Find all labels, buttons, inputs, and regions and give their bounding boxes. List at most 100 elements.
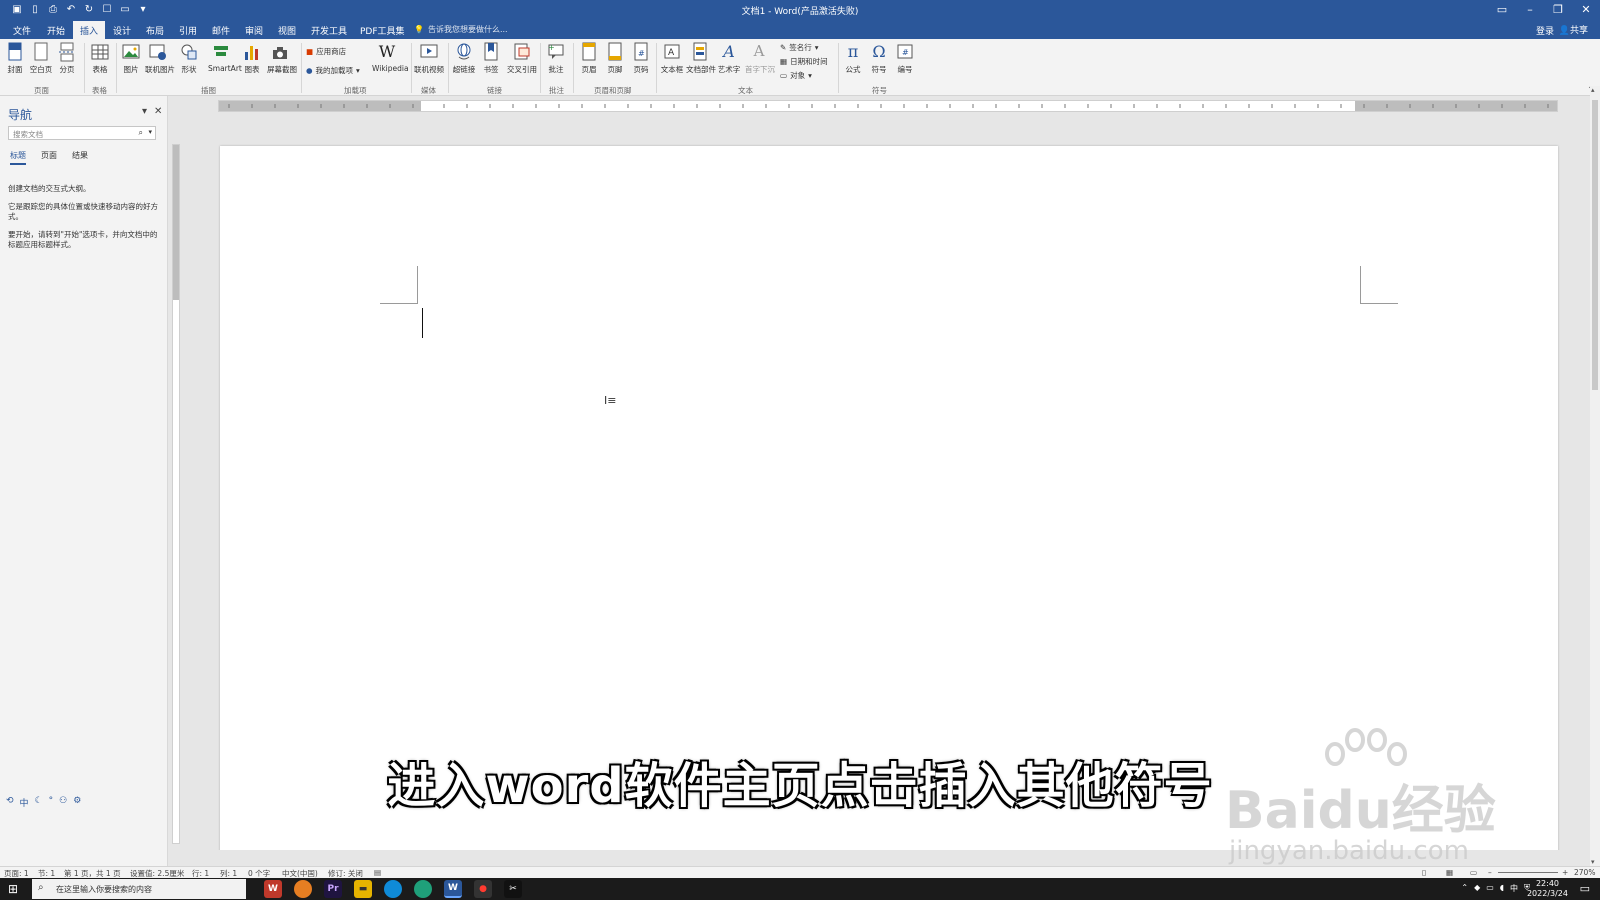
tab-view[interactable]: 视图: [271, 21, 303, 39]
cover-button[interactable]: 封面: [2, 42, 28, 75]
ime-indicator[interactable]: 中: [1510, 883, 1518, 894]
textbox-button[interactable]: A 文本框: [659, 42, 685, 75]
signature-line-button[interactable]: ✎ 签名行 ▾: [780, 42, 819, 53]
title-bar: ▣ ▯ ⎙ ↶ ↻ ☐ ▭ ▾ 文档1 - Word(产品激活失败) ▭ – ❐…: [0, 0, 1600, 19]
tab-design[interactable]: 设计: [106, 21, 138, 39]
taskbar-clock[interactable]: 22:40 2022/3/24: [1527, 879, 1568, 899]
tab-mailings[interactable]: 邮件: [205, 21, 237, 39]
horizontal-ruler[interactable]: [218, 100, 1558, 112]
chevron-down-icon[interactable]: ▾: [148, 128, 152, 136]
premiere-app-icon[interactable]: Pr: [324, 880, 342, 898]
tab-layout[interactable]: 布局: [139, 21, 171, 39]
page-break-button[interactable]: 分页: [54, 42, 80, 75]
hyperlink-button[interactable]: 超链接: [451, 42, 477, 75]
omega-icon: Ω: [872, 42, 886, 61]
wps-app-icon[interactable]: W: [264, 880, 282, 898]
drop-cap-button[interactable]: A 首字下沉: [745, 42, 775, 75]
tab-pdf-tools[interactable]: PDF工具集: [353, 21, 412, 39]
cross-reference-button[interactable]: 交叉引用: [507, 42, 537, 75]
word-app-icon[interactable]: W: [444, 880, 462, 898]
scroll-up-icon[interactable]: ▴: [1591, 86, 1595, 94]
nav-search-input[interactable]: 搜索文档 ⌕ ▾: [8, 126, 156, 140]
symbol-button[interactable]: Ω 符号: [866, 42, 892, 75]
nav-tab-results[interactable]: 结果: [72, 150, 88, 165]
capcut-app-icon[interactable]: ✂: [504, 880, 522, 898]
chart-button[interactable]: 图表: [239, 42, 265, 75]
smartart-icon: [214, 46, 228, 56]
search-icon[interactable]: ⌕: [139, 128, 143, 138]
edge-app-icon[interactable]: [384, 880, 402, 898]
object-button[interactable]: ▭ 对象 ▾: [780, 70, 812, 81]
tab-review[interactable]: 审阅: [238, 21, 270, 39]
store-button[interactable]: ■ 应用商店: [306, 46, 346, 57]
scroll-thumb[interactable]: [1592, 100, 1598, 390]
date-time-button[interactable]: ▦ 日期和时间: [780, 56, 828, 67]
wordart-button[interactable]: A 艺术字: [716, 42, 742, 75]
tab-home[interactable]: 开始: [40, 21, 72, 39]
nav-close-icon[interactable]: ✕: [154, 106, 162, 117]
web-layout-icon[interactable]: ▭: [1470, 868, 1477, 877]
tell-me-box[interactable]: 💡 告诉我您想要做什么...: [414, 24, 508, 35]
smartart-button[interactable]: SmartArt: [208, 42, 242, 73]
login-link[interactable]: 登录: [1536, 24, 1554, 37]
edge-dev-app-icon[interactable]: [414, 880, 432, 898]
baidu-watermark: Baidu经验 jingyan.baidu.com: [1225, 728, 1515, 868]
zoom-slider[interactable]: [1498, 872, 1558, 873]
online-video-button[interactable]: 联机视频: [414, 42, 444, 75]
svg-text:#: #: [638, 49, 645, 58]
blank-page-button[interactable]: 空白页: [28, 42, 54, 75]
macro-icon[interactable]: ▤: [374, 868, 381, 877]
share-button[interactable]: 👤共享: [1559, 23, 1588, 36]
close-icon[interactable]: ✕: [1578, 1, 1594, 17]
online-picture-button[interactable]: 联机图片: [145, 42, 175, 75]
comment-button[interactable]: + 批注: [543, 42, 569, 75]
windows-start-icon[interactable]: ⊞: [8, 882, 18, 896]
nav-options-icon[interactable]: ▾: [142, 106, 147, 117]
wikipedia-icon: W: [378, 42, 396, 61]
tab-file[interactable]: 文件: [6, 21, 38, 39]
tray-expand-icon[interactable]: ⌃: [1461, 883, 1468, 894]
picture-button[interactable]: 图片: [118, 42, 144, 75]
zoom-out-icon[interactable]: –: [1488, 868, 1492, 877]
table-button[interactable]: 表格: [87, 42, 113, 75]
browser-app-icon[interactable]: [294, 880, 312, 898]
ribbon-display-icon[interactable]: ▭: [1494, 1, 1510, 17]
group-label-text: 文本: [738, 86, 753, 95]
footer-button[interactable]: 页脚: [602, 42, 628, 75]
minimize-icon[interactable]: –: [1522, 1, 1538, 17]
group-label-media: 媒体: [421, 86, 436, 95]
bookmark-button[interactable]: 书签: [478, 42, 504, 75]
vertical-ruler[interactable]: [168, 96, 184, 850]
screenshot-button[interactable]: 屏幕截图: [267, 42, 297, 75]
tray-app-icon[interactable]: ◆: [1474, 883, 1480, 894]
taskbar-search-input[interactable]: ⌕ 在这里输入你要搜索的内容: [32, 879, 246, 899]
zoom-level[interactable]: 270%: [1574, 868, 1595, 877]
header-button[interactable]: 页眉: [576, 42, 602, 75]
tab-insert[interactable]: 插入: [73, 21, 106, 39]
taskbar: ⊞ ⌕ 在这里输入你要搜索的内容 W Pr ▬ W ● ✂ ⌃ ◆ ▭ ◖ 中 …: [0, 878, 1600, 900]
wikipedia-button[interactable]: W Wikipedia: [372, 42, 409, 73]
restore-icon[interactable]: ❐: [1550, 1, 1566, 17]
tab-developer[interactable]: 开发工具: [304, 21, 354, 39]
nav-tab-headings[interactable]: 标题: [10, 150, 26, 165]
recorder-app-icon[interactable]: ●: [474, 880, 492, 898]
network-icon[interactable]: ▭: [1486, 883, 1494, 894]
comment-icon: +: [548, 43, 564, 59]
file-explorer-icon[interactable]: ▬: [354, 880, 372, 898]
equation-button[interactable]: π 公式: [840, 42, 866, 75]
nav-tab-pages[interactable]: 页面: [41, 150, 57, 165]
print-layout-icon[interactable]: ▦: [1446, 868, 1453, 877]
zoom-in-icon[interactable]: +: [1562, 868, 1568, 877]
number-button[interactable]: # 编号: [892, 42, 918, 75]
group-separator: [411, 43, 412, 93]
tab-references[interactable]: 引用: [172, 21, 204, 39]
header-label: 页眉: [581, 65, 597, 74]
scroll-down-icon[interactable]: ▾: [1591, 858, 1595, 866]
quick-parts-button[interactable]: 文档部件: [686, 42, 716, 75]
my-addins-button[interactable]: ● 我的加载项 ▾: [306, 65, 360, 76]
shapes-button[interactable]: 形状: [176, 42, 202, 75]
notification-icon[interactable]: ▭: [1580, 882, 1590, 895]
read-mode-icon[interactable]: ▯: [1422, 868, 1426, 877]
volume-icon[interactable]: ◖: [1500, 883, 1504, 894]
page-number-button[interactable]: # 页码: [628, 42, 654, 75]
